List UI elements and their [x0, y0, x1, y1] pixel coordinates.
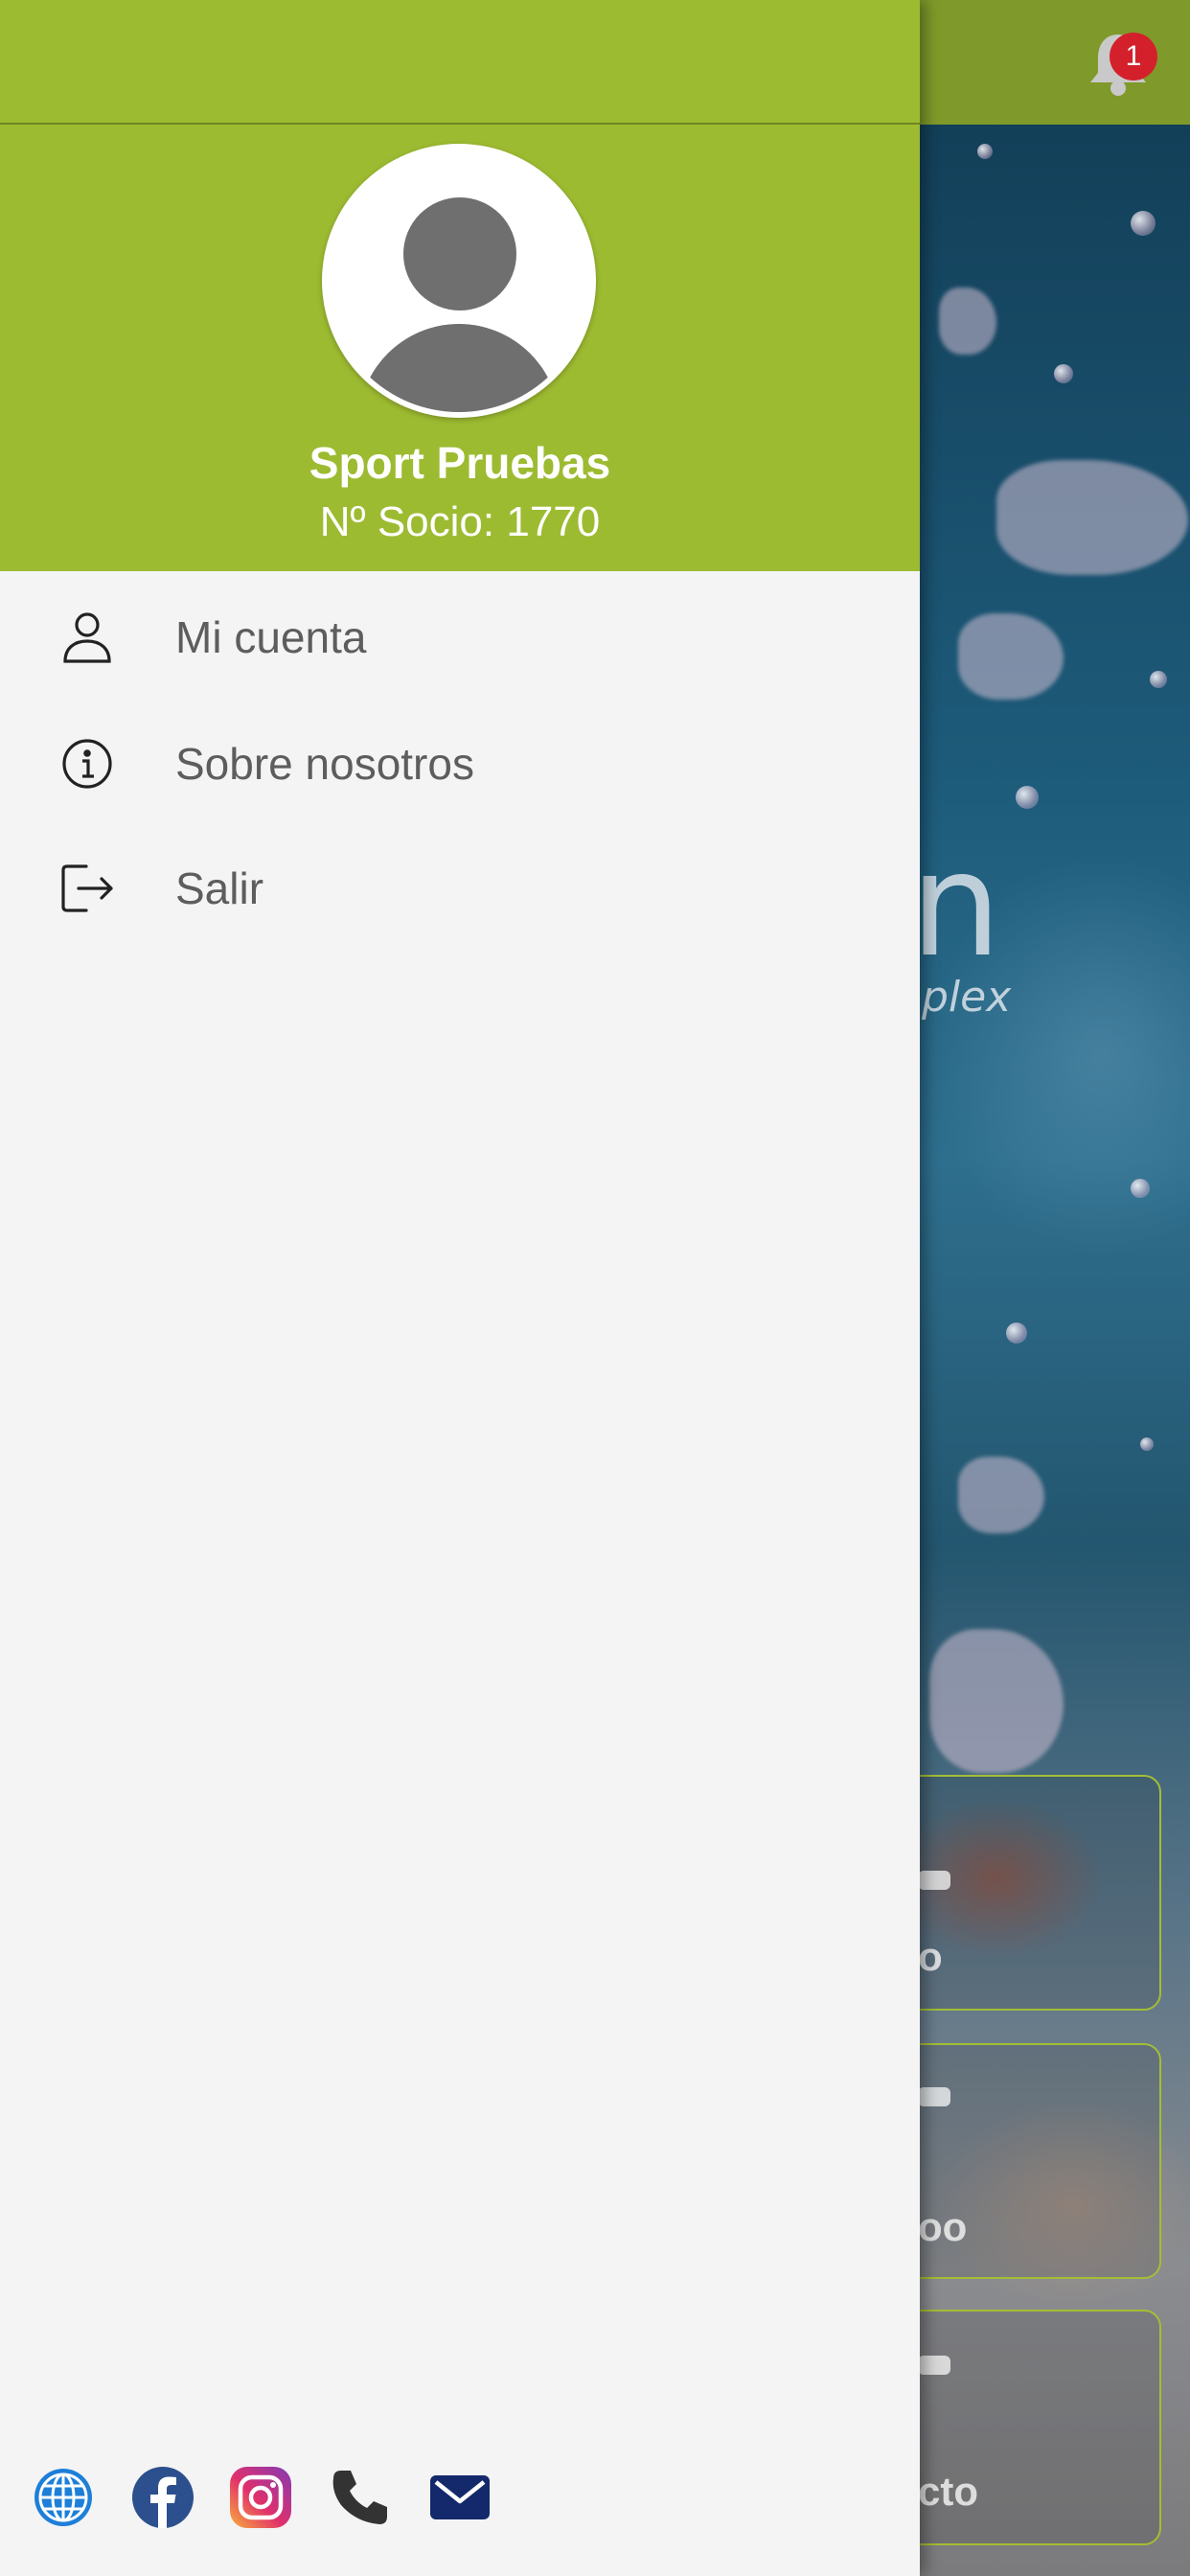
menu-item-sobre-nosotros[interactable]: Sobre nosotros [0, 705, 920, 820]
instagram-icon [230, 2467, 291, 2528]
splash-shape [958, 1457, 1044, 1533]
avatar-body-shape [358, 324, 560, 412]
facebook-icon [132, 2467, 194, 2528]
water-drop [977, 144, 993, 159]
user-name: Sport Pruebas [309, 438, 611, 488]
avatar-head-shape [403, 197, 516, 310]
website-link[interactable] [31, 2465, 96, 2530]
splash-shape [939, 288, 996, 355]
info-icon [57, 734, 117, 794]
water-drop [1006, 1322, 1027, 1344]
splash-shape [958, 613, 1064, 700]
user-icon [57, 608, 117, 667]
tile-label: cto [918, 2469, 978, 2514]
menu-item-salir[interactable]: Salir [0, 830, 920, 945]
splash-shape [996, 460, 1188, 575]
email-icon [430, 2475, 490, 2519]
menu-item-label: Mi cuenta [175, 612, 367, 662]
logo-fragment-letter: n [910, 822, 1002, 989]
tile-icon [918, 2087, 950, 2106]
menu-item-label: Sobre nosotros [175, 739, 474, 789]
facebook-link[interactable] [130, 2465, 195, 2530]
tile-icon [918, 1871, 950, 1890]
water-drop [1150, 671, 1167, 688]
tile-label: oo [918, 2204, 968, 2249]
globe-icon [34, 2469, 92, 2526]
profile-header: Sport Pruebas Nº Socio: 1770 [0, 125, 920, 571]
notification-badge: 1 [1110, 33, 1157, 80]
avatar-placeholder-icon [328, 150, 590, 412]
menu-item-label: Salir [175, 863, 264, 913]
menu-item-mi-cuenta[interactable]: Mi cuenta [0, 579, 920, 694]
member-number: Nº Socio: 1770 [319, 498, 601, 545]
avatar[interactable] [322, 144, 596, 418]
navigation-drawer: Sport Pruebas Nº Socio: 1770 Mi cuenta S… [0, 0, 920, 2576]
water-drop [1054, 364, 1073, 383]
water-drop [1131, 211, 1156, 236]
water-drop [1016, 786, 1039, 809]
water-drop [1131, 1179, 1150, 1198]
drawer-top-bar [0, 0, 920, 125]
instagram-link[interactable] [228, 2465, 293, 2530]
logout-icon [57, 859, 117, 918]
splash-shape [929, 1629, 1064, 1773]
tile-label: o [918, 1934, 943, 1979]
water-drop [1140, 1438, 1154, 1451]
email-link[interactable] [427, 2465, 492, 2530]
phone-icon [332, 2471, 387, 2524]
tile-icon [918, 2356, 950, 2375]
logo-fragment-subtext: plex [922, 973, 1012, 1022]
phone-link[interactable] [328, 2465, 393, 2530]
